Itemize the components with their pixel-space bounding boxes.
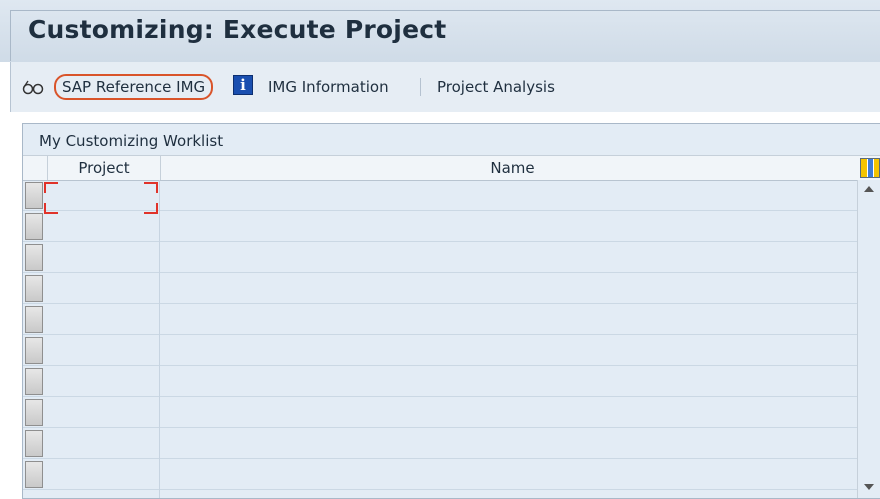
table-header: Project Name [23, 155, 880, 181]
scroll-down-icon[interactable] [864, 484, 874, 490]
row-selector[interactable] [25, 430, 43, 457]
table-row[interactable] [23, 366, 858, 397]
page-title: Customizing: Execute Project [28, 15, 447, 44]
table-row[interactable] [23, 211, 858, 242]
info-icon[interactable]: i [233, 75, 253, 95]
worklist-title: My Customizing Worklist [39, 132, 224, 150]
table-row[interactable] [23, 304, 858, 335]
row-selector[interactable] [25, 275, 43, 302]
table-body [23, 180, 880, 498]
scroll-up-icon[interactable] [864, 186, 874, 192]
sap-reference-img-label: SAP Reference IMG [54, 74, 214, 100]
column-header-name[interactable]: Name [160, 156, 865, 180]
focus-corner [44, 203, 58, 214]
table-row[interactable] [23, 335, 858, 366]
toolbar-separator [420, 78, 421, 96]
row-selector[interactable] [25, 399, 43, 426]
glasses-icon[interactable] [22, 79, 44, 95]
row-selector[interactable] [25, 368, 43, 395]
project-analysis-label: Project Analysis [437, 78, 555, 96]
focused-cell-project[interactable] [44, 182, 158, 214]
table-settings-icon[interactable] [860, 158, 880, 178]
table-row[interactable] [23, 459, 858, 490]
row-selector[interactable] [25, 213, 43, 240]
vertical-scrollbar[interactable] [857, 180, 880, 498]
column-header-project[interactable]: Project [47, 156, 161, 180]
customizing-worklist: My Customizing Worklist Project Name [22, 123, 880, 499]
title-frame: Customizing: Execute Project [10, 10, 880, 61]
focus-corner [144, 182, 158, 193]
focus-corner [44, 182, 58, 193]
row-selector[interactable] [25, 461, 43, 488]
row-selector[interactable] [25, 244, 43, 271]
img-information-button[interactable]: IMG Information [268, 62, 389, 112]
table-row[interactable] [23, 273, 858, 304]
table-row[interactable] [23, 242, 858, 273]
row-selector[interactable] [25, 182, 43, 209]
table-row[interactable] [23, 428, 858, 459]
column-divider [159, 180, 160, 498]
table-row[interactable] [23, 397, 858, 428]
img-information-label: IMG Information [268, 78, 389, 96]
row-selector[interactable] [25, 306, 43, 333]
focus-corner [144, 203, 158, 214]
sap-reference-img-button[interactable]: SAP Reference IMG [54, 62, 214, 112]
project-analysis-button[interactable]: Project Analysis [437, 62, 555, 112]
row-selector[interactable] [25, 337, 43, 364]
title-bar: Customizing: Execute Project [0, 0, 880, 62]
